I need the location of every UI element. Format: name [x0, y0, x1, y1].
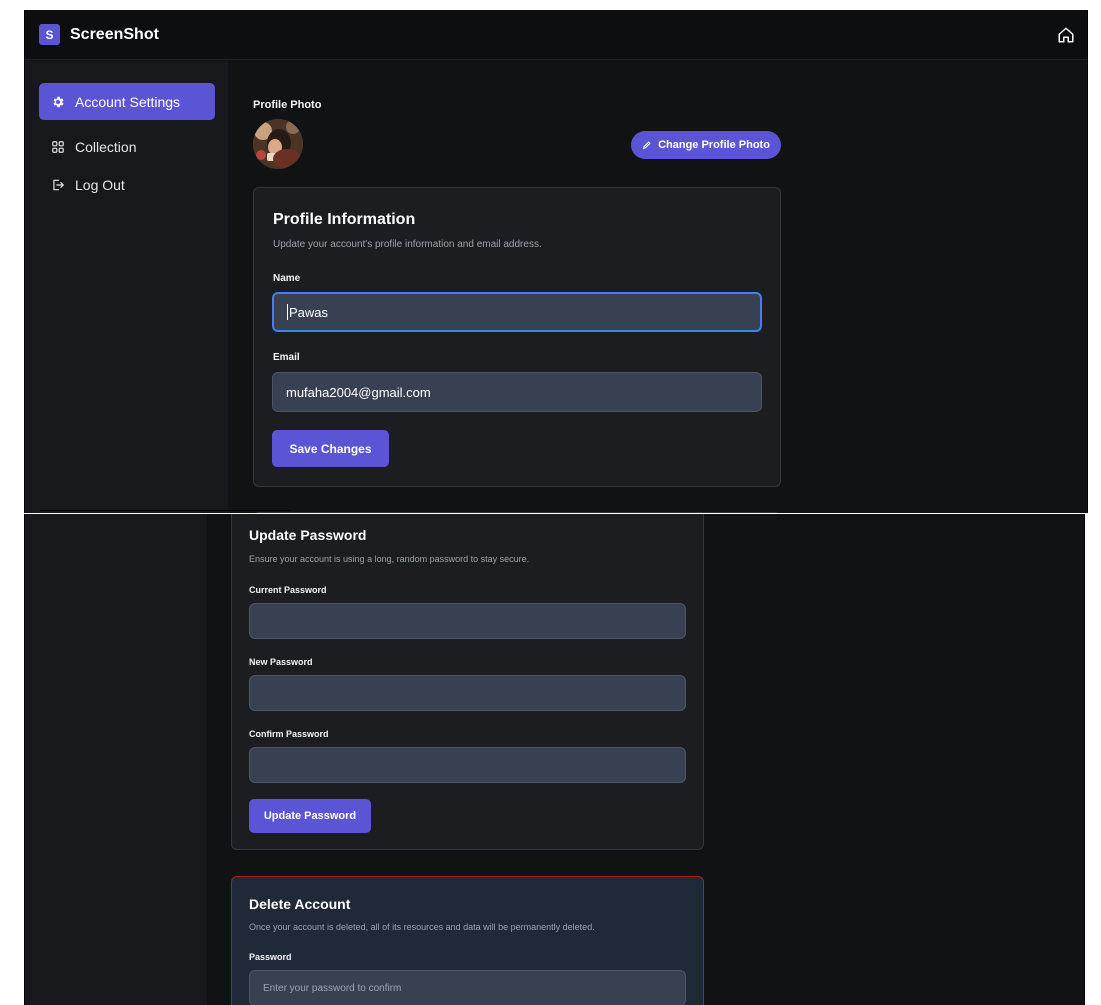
current-password-input[interactable] [249, 603, 686, 639]
account-settings-bottom-view: Update Password Ensure your account is u… [24, 514, 1085, 1005]
card-title: Delete Account [249, 896, 351, 912]
email-label: Email [273, 352, 300, 363]
card-subtitle: Once your account is deleted, all of its… [249, 922, 595, 932]
delete-password-label: Password [249, 952, 292, 962]
confirm-password-input[interactable] [249, 747, 686, 783]
card-subtitle: Ensure your account is using a long, ran… [249, 554, 530, 564]
update-password-card: Update Password Ensure your account is u… [231, 514, 704, 850]
text-caret [287, 304, 288, 320]
change-profile-photo-label: Change Profile Photo [658, 139, 770, 151]
account-settings-top-view: S ScreenShot Account Settings Collection… [24, 10, 1088, 513]
pencil-icon [643, 141, 651, 150]
update-password-button[interactable]: Update Password [249, 799, 371, 833]
delete-password-placeholder: Enter your password to confirm [263, 982, 402, 994]
profile-information-card: Profile Information Update your account'… [253, 187, 781, 487]
new-password-input[interactable] [249, 675, 686, 711]
sidebar-item-label: Log Out [75, 176, 125, 193]
sidebar-item-label: Account Settings [75, 93, 181, 110]
save-changes-button[interactable]: Save Changes [272, 430, 389, 467]
sidebar-item-log-out[interactable]: Log Out [39, 166, 215, 203]
logout-icon [53, 179, 64, 190]
name-label: Name [273, 273, 301, 284]
sidebar-item-collection[interactable]: Collection [39, 128, 215, 165]
grid-icon [52, 140, 64, 153]
name-value: Pawas [289, 304, 329, 320]
avatar-photo [253, 119, 303, 169]
brand-name: ScreenShot [70, 25, 159, 43]
sidebar-item-label: Collection [75, 138, 137, 155]
card-subtitle: Update your account's profile informatio… [273, 239, 542, 250]
card-title: Profile Information [273, 211, 416, 228]
email-value: mufaha2004@gmail.com [286, 384, 431, 400]
name-input[interactable]: Pawas [272, 292, 762, 332]
current-password-label: Current Password [249, 585, 327, 595]
sidebar-item-account-settings[interactable]: Account Settings [39, 83, 215, 120]
brand[interactable]: S ScreenShot [39, 24, 159, 45]
home-icon[interactable] [1057, 26, 1075, 44]
top-navbar: S ScreenShot [25, 10, 1087, 60]
sidebar [25, 514, 207, 1005]
change-profile-photo-button[interactable]: Change Profile Photo [631, 131, 781, 159]
profile-photo-label: Profile Photo [253, 99, 322, 111]
avatar [253, 119, 303, 169]
brand-logo: S [39, 24, 60, 45]
main-content: Update Password Ensure your account is u… [208, 514, 1084, 1005]
main-content: Profile Photo Change Profile Photo Profi… [229, 61, 1087, 513]
sidebar: Account Settings Collection Log Out [25, 61, 228, 513]
delete-password-input[interactable]: Enter your password to confirm [249, 970, 686, 1005]
divider [40, 510, 290, 511]
card-title: Update Password [249, 527, 367, 543]
update-password-card-edge [253, 512, 781, 513]
email-input[interactable]: mufaha2004@gmail.com [272, 372, 762, 412]
new-password-label: New Password [249, 657, 313, 667]
confirm-password-label: Confirm Password [249, 729, 329, 739]
delete-account-card: Delete Account Once your account is dele… [231, 876, 704, 1005]
gear-icon [53, 96, 64, 107]
